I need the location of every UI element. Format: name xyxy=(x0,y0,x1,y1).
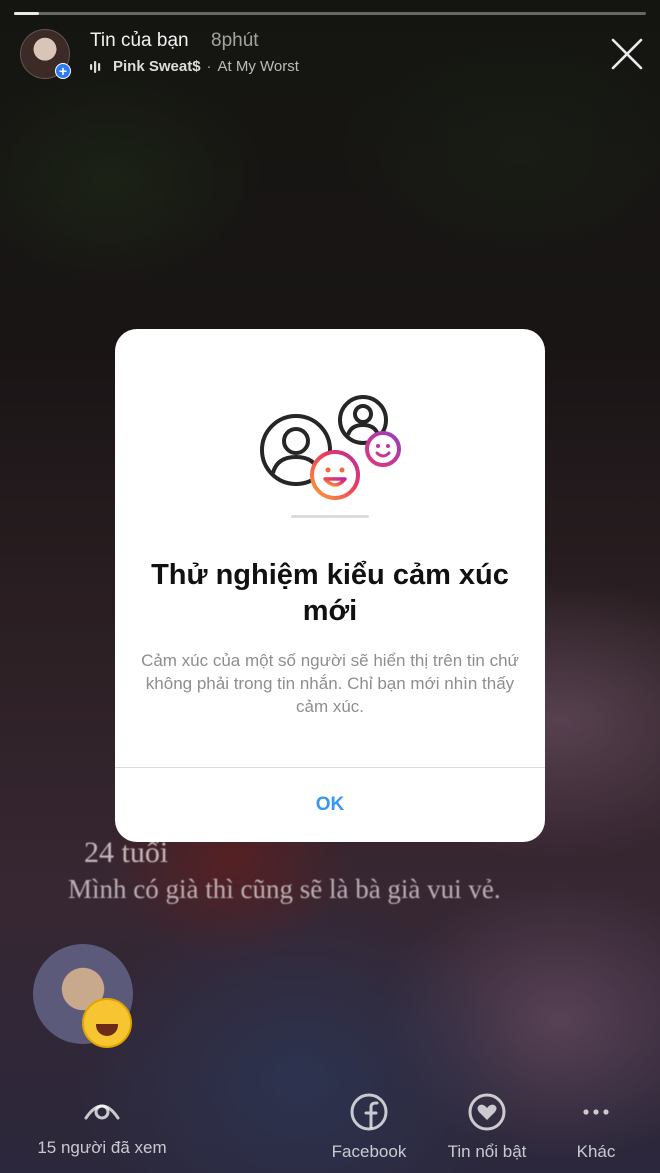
eye-icon xyxy=(84,1104,120,1120)
story-progress-bar xyxy=(14,12,646,15)
people-reaction-icon xyxy=(260,395,401,500)
highlight-label: Tin nổi bật xyxy=(447,1142,527,1161)
sound-bars-icon xyxy=(90,60,101,73)
viewers-button[interactable]: 15 người đã xem xyxy=(28,1092,176,1158)
divider xyxy=(291,515,369,518)
story-timestamp: 8phút xyxy=(211,30,259,51)
reaction-test-dialog: Thử nghiệm kiểu cảm xúc mới Cảm xúc của … xyxy=(115,329,545,842)
dialog-body: Cảm xúc của một số người sẽ hiển thị trê… xyxy=(141,651,519,716)
heart-highlight-icon xyxy=(468,1093,506,1131)
facebook-icon xyxy=(350,1093,388,1131)
dialog-title: Thử nghiệm kiểu cảm xúc mới xyxy=(151,559,509,627)
close-icon[interactable] xyxy=(610,37,644,71)
story-progress-fill xyxy=(14,12,40,15)
music-artist: Pink Sweat$ xyxy=(113,58,201,75)
music-separator: · xyxy=(206,58,212,75)
facebook-label: Facebook xyxy=(331,1142,407,1161)
more-button[interactable]: Khác xyxy=(570,1092,622,1162)
share-facebook-button[interactable]: Facebook xyxy=(325,1092,413,1162)
music-song: At My Worst xyxy=(217,58,299,75)
music-sticker[interactable]: Pink Sweat$ · At My Worst xyxy=(89,58,299,75)
viewers-label: 15 người đã xem xyxy=(37,1138,167,1157)
add-story-icon[interactable]: + xyxy=(55,63,71,79)
laughing-emoji-icon xyxy=(82,998,132,1048)
story-owner-title: Tin của bạn xyxy=(90,30,189,51)
highlight-button[interactable]: Tin nổi bật xyxy=(440,1092,534,1162)
story-caption-line2: Mình có già thì cũng sẽ là bà già vui vẻ… xyxy=(68,874,501,904)
more-label: Khác xyxy=(576,1142,616,1161)
more-dots-icon xyxy=(583,1109,609,1115)
ok-button[interactable]: OK xyxy=(115,768,545,842)
